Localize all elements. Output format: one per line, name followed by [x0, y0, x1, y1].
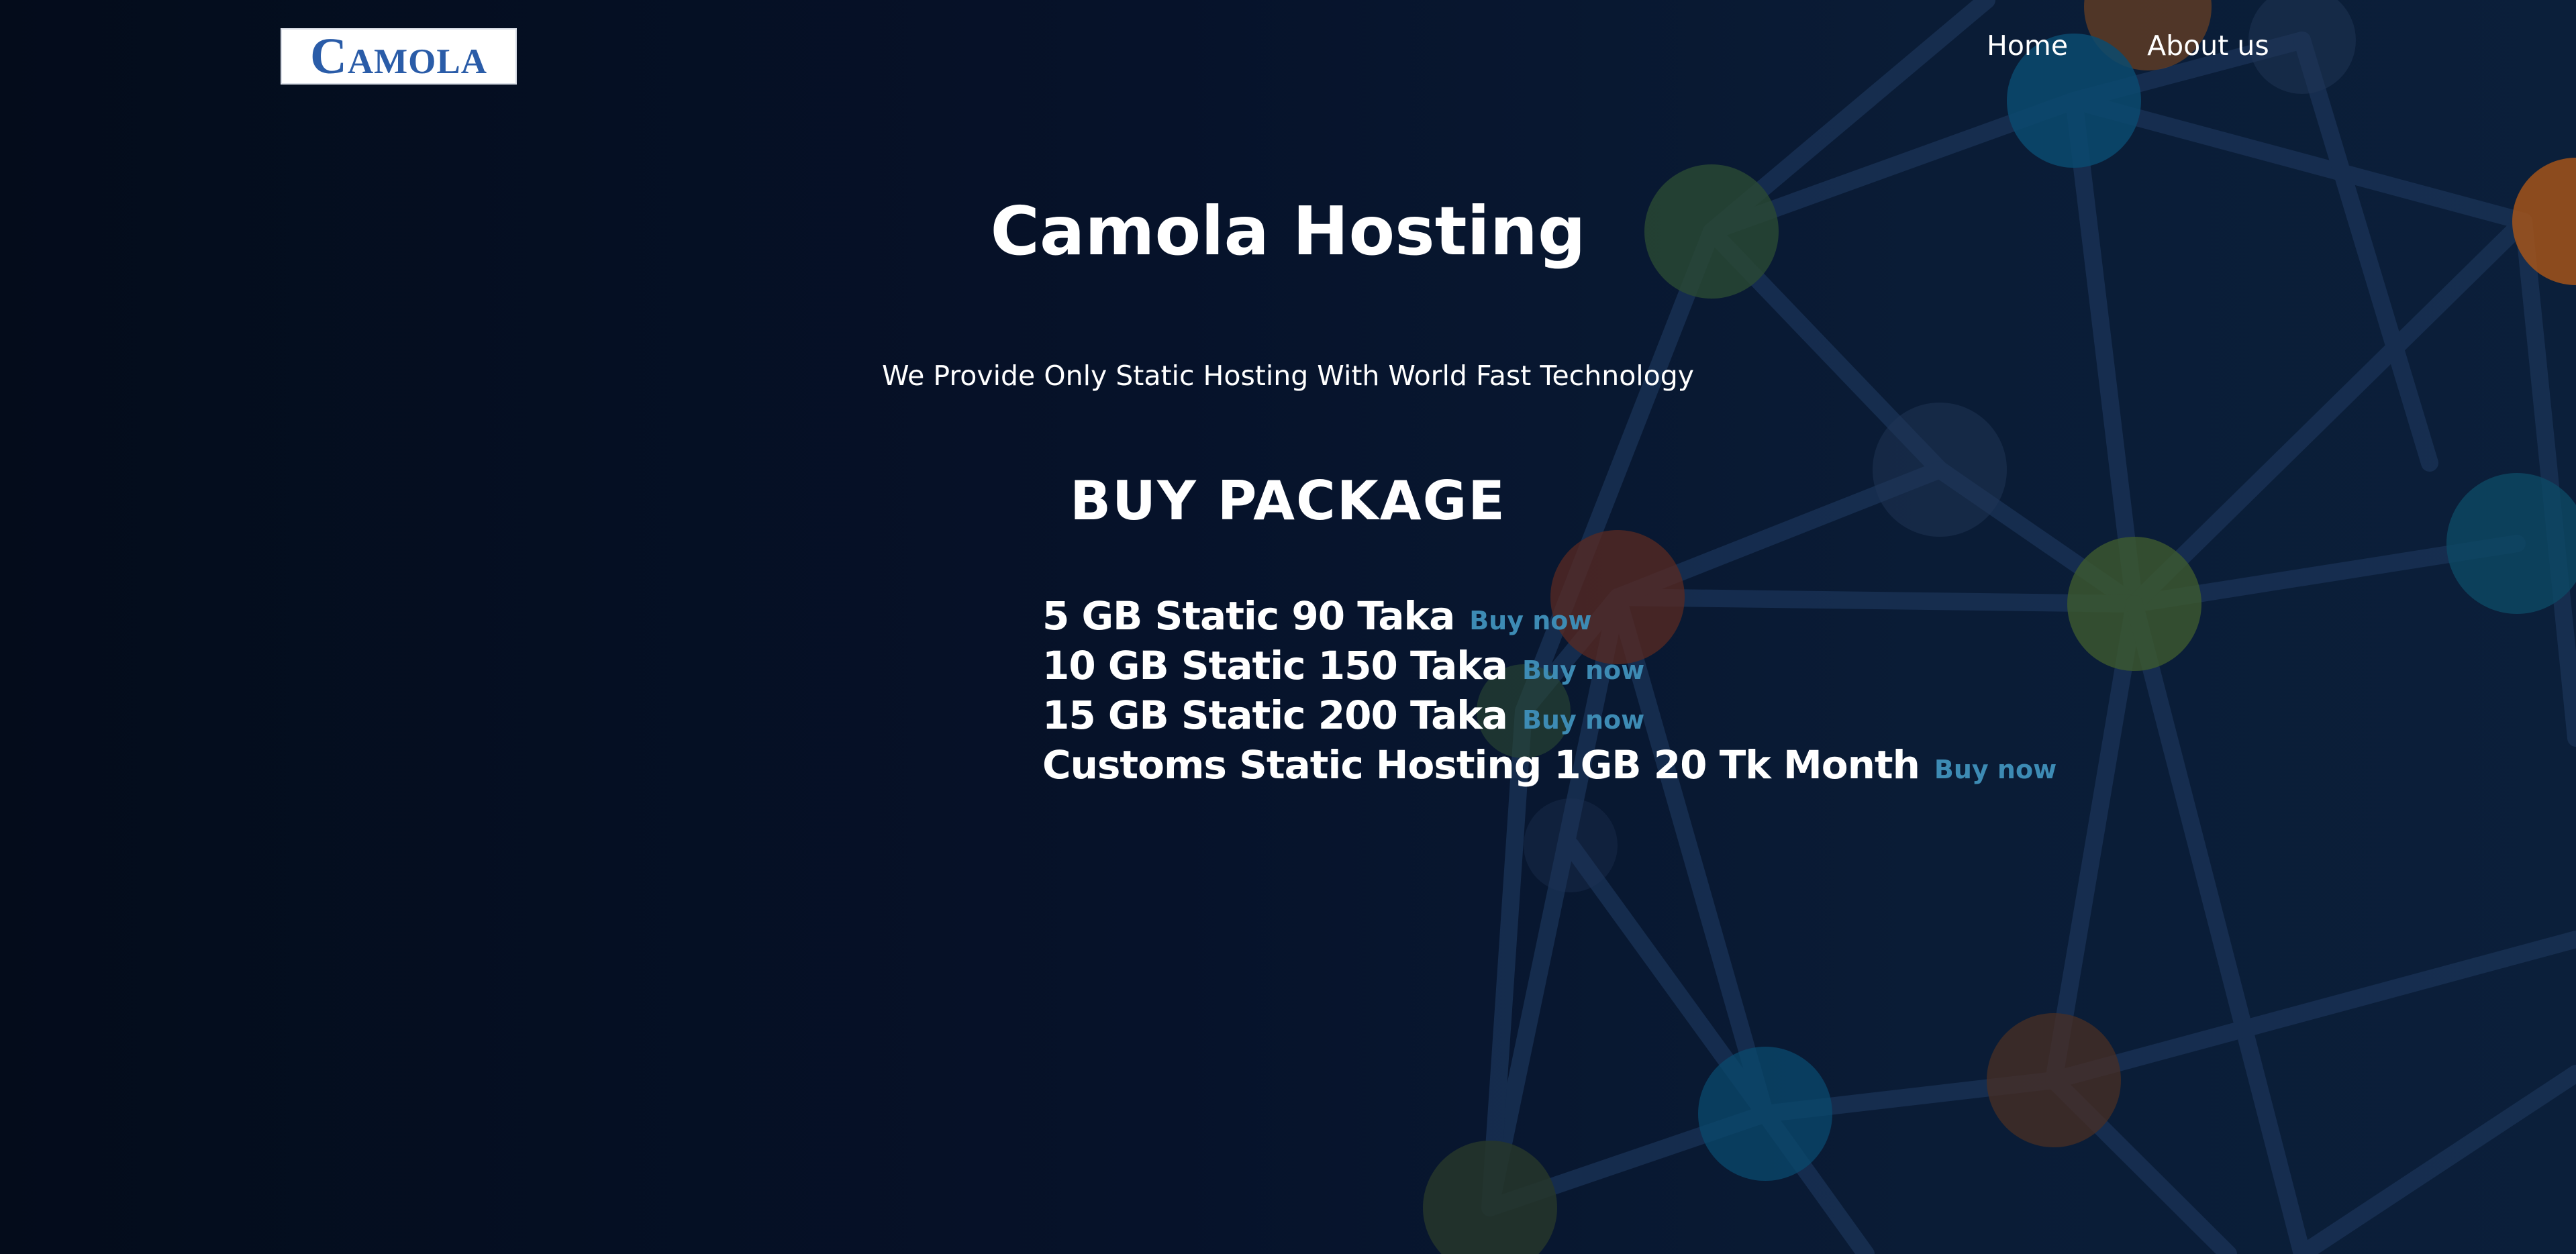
buy-now-link[interactable]: Buy now: [1522, 705, 1644, 735]
site-logo[interactable]: Camola: [281, 28, 517, 85]
package-name: 15 GB Static 200 Taka: [1042, 692, 1508, 738]
package-list: 5 GB Static 90 Taka Buy now 10 GB Static…: [1042, 593, 2057, 792]
package-item: Customs Static Hosting 1GB 20 Tk Month B…: [1042, 742, 2057, 792]
package-item: 15 GB Static 200 Taka Buy now: [1042, 692, 2057, 742]
page: Camola Home About us Camola Hosting We P…: [0, 0, 2576, 1254]
package-item: 10 GB Static 150 Taka Buy now: [1042, 643, 2057, 692]
buy-now-link[interactable]: Buy now: [1934, 755, 2057, 784]
nav-home-link[interactable]: Home: [1987, 30, 2068, 62]
buy-now-link[interactable]: Buy now: [1469, 606, 1591, 635]
main-nav: Home About us: [1987, 30, 2269, 62]
page-subtitle: We Provide Only Static Hosting With Worl…: [881, 360, 1695, 392]
buy-now-link[interactable]: Buy now: [1522, 656, 1644, 685]
logo-text: Camola: [309, 28, 488, 85]
buy-package-heading: BUY PACKAGE: [1070, 470, 1506, 532]
package-name: Customs Static Hosting 1GB 20 Tk Month: [1042, 742, 1920, 788]
nav-about-us-link[interactable]: About us: [2147, 30, 2269, 62]
package-name: 5 GB Static 90 Taka: [1042, 593, 1455, 639]
package-item: 5 GB Static 90 Taka Buy now: [1042, 593, 2057, 643]
page-title: Camola Hosting: [990, 192, 1586, 270]
package-name: 10 GB Static 150 Taka: [1042, 643, 1508, 688]
